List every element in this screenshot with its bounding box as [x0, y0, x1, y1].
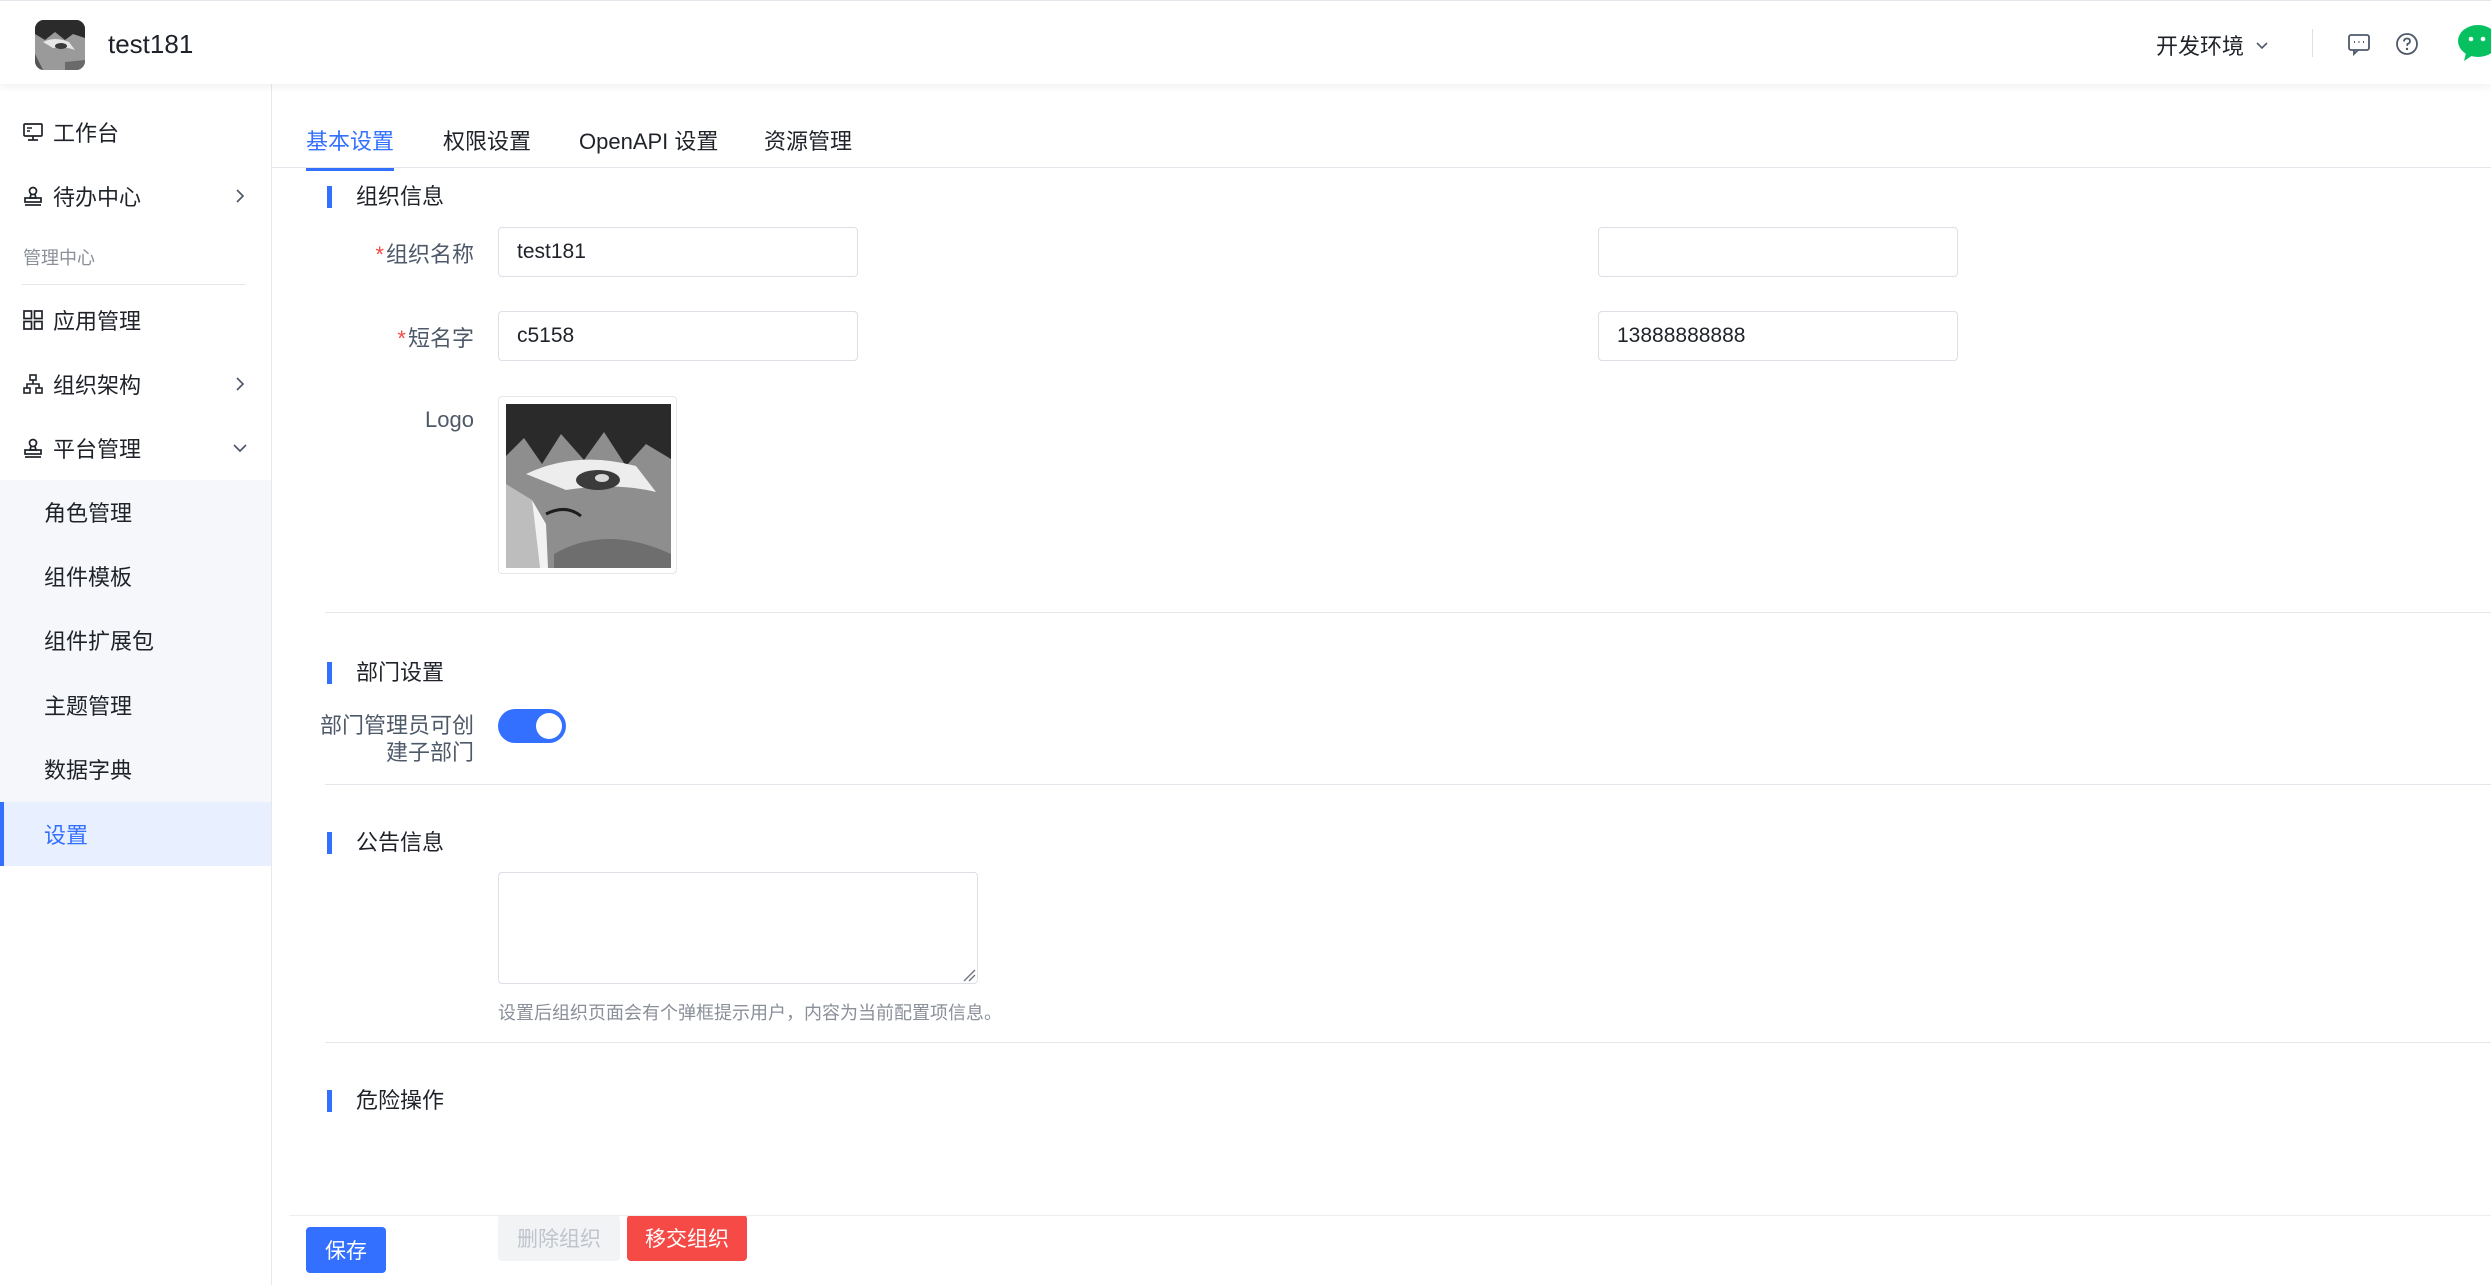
top-header: test181 开发环境 — [0, 0, 2491, 84]
short-name-label: *短名字 — [332, 321, 474, 353]
short-name-label-text: 短名字 — [407, 326, 474, 351]
dept-admin-create-label: 部门管理员可创 建子部门 — [312, 712, 474, 766]
chevron-right-icon — [236, 377, 245, 391]
sidebar-item-label: 组件扩展包 — [44, 629, 155, 654]
stamp-icon — [24, 186, 42, 206]
monitor-icon — [23, 123, 43, 141]
sidebar-item-label: 组件模板 — [44, 565, 133, 590]
sidebar-item-org-structure[interactable]: 组织架构 — [0, 352, 271, 416]
sidebar-item-theme-management[interactable]: 主题管理 — [0, 673, 271, 737]
tab-resource-management[interactable]: 资源管理 — [764, 124, 852, 170]
resize-grip-icon[interactable] — [962, 968, 976, 982]
environment-select[interactable]: 开发环境 — [2156, 29, 2270, 61]
wechat-icon[interactable] — [2456, 23, 2491, 63]
logo-upload[interactable] — [498, 396, 677, 574]
sidebar: 工作台 待办中心 管理中心 应用管理 组织架构 平台管理 角色管理 组件模板 组… — [0, 84, 272, 1285]
required-mark: * — [397, 326, 406, 351]
sidebar-item-platform-management[interactable]: 平台管理 — [0, 416, 271, 480]
sidebar-item-app-management[interactable]: 应用管理 — [0, 288, 271, 352]
notice-textarea[interactable] — [498, 872, 978, 984]
app-name: test181 — [108, 29, 194, 59]
sidebar-item-role-management[interactable]: 角色管理 — [0, 480, 271, 544]
contact-input[interactable] — [1598, 311, 1958, 361]
logo-label: Logo — [425, 407, 474, 432]
tab-openapi-settings[interactable]: OpenAPI 设置 — [579, 124, 718, 170]
anime-logo-image — [506, 404, 671, 568]
anime-avatar-image — [35, 20, 85, 70]
sidebar-item-label: 主题管理 — [44, 694, 133, 719]
org-name-label-text: 组织名称 — [385, 242, 474, 267]
chevron-down-icon — [233, 444, 247, 453]
footer-divider — [289, 1215, 2491, 1216]
environment-label: 开发环境 — [2156, 34, 2245, 59]
dept-admin-create-label-line1: 部门管理员可创 — [319, 713, 474, 738]
sidebar-item-label: 待办中心 — [53, 185, 142, 210]
section-divider — [325, 612, 2491, 613]
sidebar-item-label: 工作台 — [53, 121, 120, 146]
sidebar-item-todo-center[interactable]: 待办中心 — [0, 164, 271, 228]
sidebar-item-label: 角色管理 — [44, 501, 133, 526]
sidebar-item-component-extensions[interactable]: 组件扩展包 — [0, 608, 271, 672]
section-title-danger-ops: 危险操作 — [327, 1088, 444, 1114]
section-title-notice: 公告信息 — [327, 830, 444, 856]
delete-org-button[interactable]: 删除组织 — [498, 1215, 620, 1261]
dept-admin-create-toggle[interactable] — [498, 709, 566, 743]
chevron-right-icon — [236, 189, 245, 203]
platform-submenu: 角色管理 组件模板 组件扩展包 主题管理 数据字典 设置 — [0, 480, 271, 866]
settings-tabs: 基本设置 权限设置 OpenAPI 设置 资源管理 — [272, 84, 2491, 171]
sidebar-divider — [22, 284, 246, 285]
notice-help-text: 设置后组织页面会有个弹框提示用户，内容为当前配置项信息。 — [498, 1003, 1002, 1023]
section-title-dept-settings: 部门设置 — [327, 660, 444, 686]
section-divider — [325, 1042, 2491, 1043]
main-content: 基本设置 权限设置 OpenAPI 设置 资源管理 组织信息 *组织名称 简称 … — [272, 84, 2491, 1285]
sidebar-item-data-dictionary[interactable]: 数据字典 — [0, 737, 271, 801]
sidebar-item-label: 平台管理 — [53, 437, 142, 462]
org-name-input[interactable] — [498, 227, 858, 277]
help-icon[interactable] — [2394, 31, 2420, 57]
app-logo[interactable] — [35, 20, 85, 70]
message-icon[interactable] — [2346, 31, 2372, 57]
header-divider — [2312, 29, 2313, 57]
required-mark: * — [375, 242, 384, 267]
transfer-org-button[interactable]: 移交组织 — [627, 1215, 747, 1261]
short-input[interactable] — [1598, 227, 1958, 277]
sidebar-item-label: 设置 — [44, 823, 89, 848]
toggle-knob — [536, 713, 562, 739]
sidebar-item-label: 应用管理 — [53, 309, 142, 334]
section-divider — [325, 784, 2491, 785]
section-title-org-info: 组织信息 — [327, 184, 444, 210]
grid-icon — [23, 310, 43, 330]
org-tree-icon — [23, 374, 43, 394]
tab-basic-settings[interactable]: 基本设置 — [306, 124, 395, 171]
chevron-down-icon — [2256, 42, 2268, 50]
save-button[interactable]: 保存 — [306, 1227, 386, 1273]
sidebar-item-workbench[interactable]: 工作台 — [0, 100, 271, 164]
sidebar-item-component-templates[interactable]: 组件模板 — [0, 544, 271, 608]
stamp-icon — [24, 438, 42, 458]
org-name-label: *组织名称 — [332, 237, 474, 269]
sidebar-item-label: 组织架构 — [53, 373, 142, 398]
short-name-input[interactable] — [498, 311, 858, 361]
tab-permission-settings[interactable]: 权限设置 — [443, 124, 531, 170]
sidebar-item-settings[interactable]: 设置 — [0, 802, 271, 866]
sidebar-item-label: 数据字典 — [44, 758, 133, 783]
sidebar-group-label: 管理中心 — [23, 248, 95, 268]
dept-admin-create-label-line2: 建子部门 — [385, 740, 474, 765]
